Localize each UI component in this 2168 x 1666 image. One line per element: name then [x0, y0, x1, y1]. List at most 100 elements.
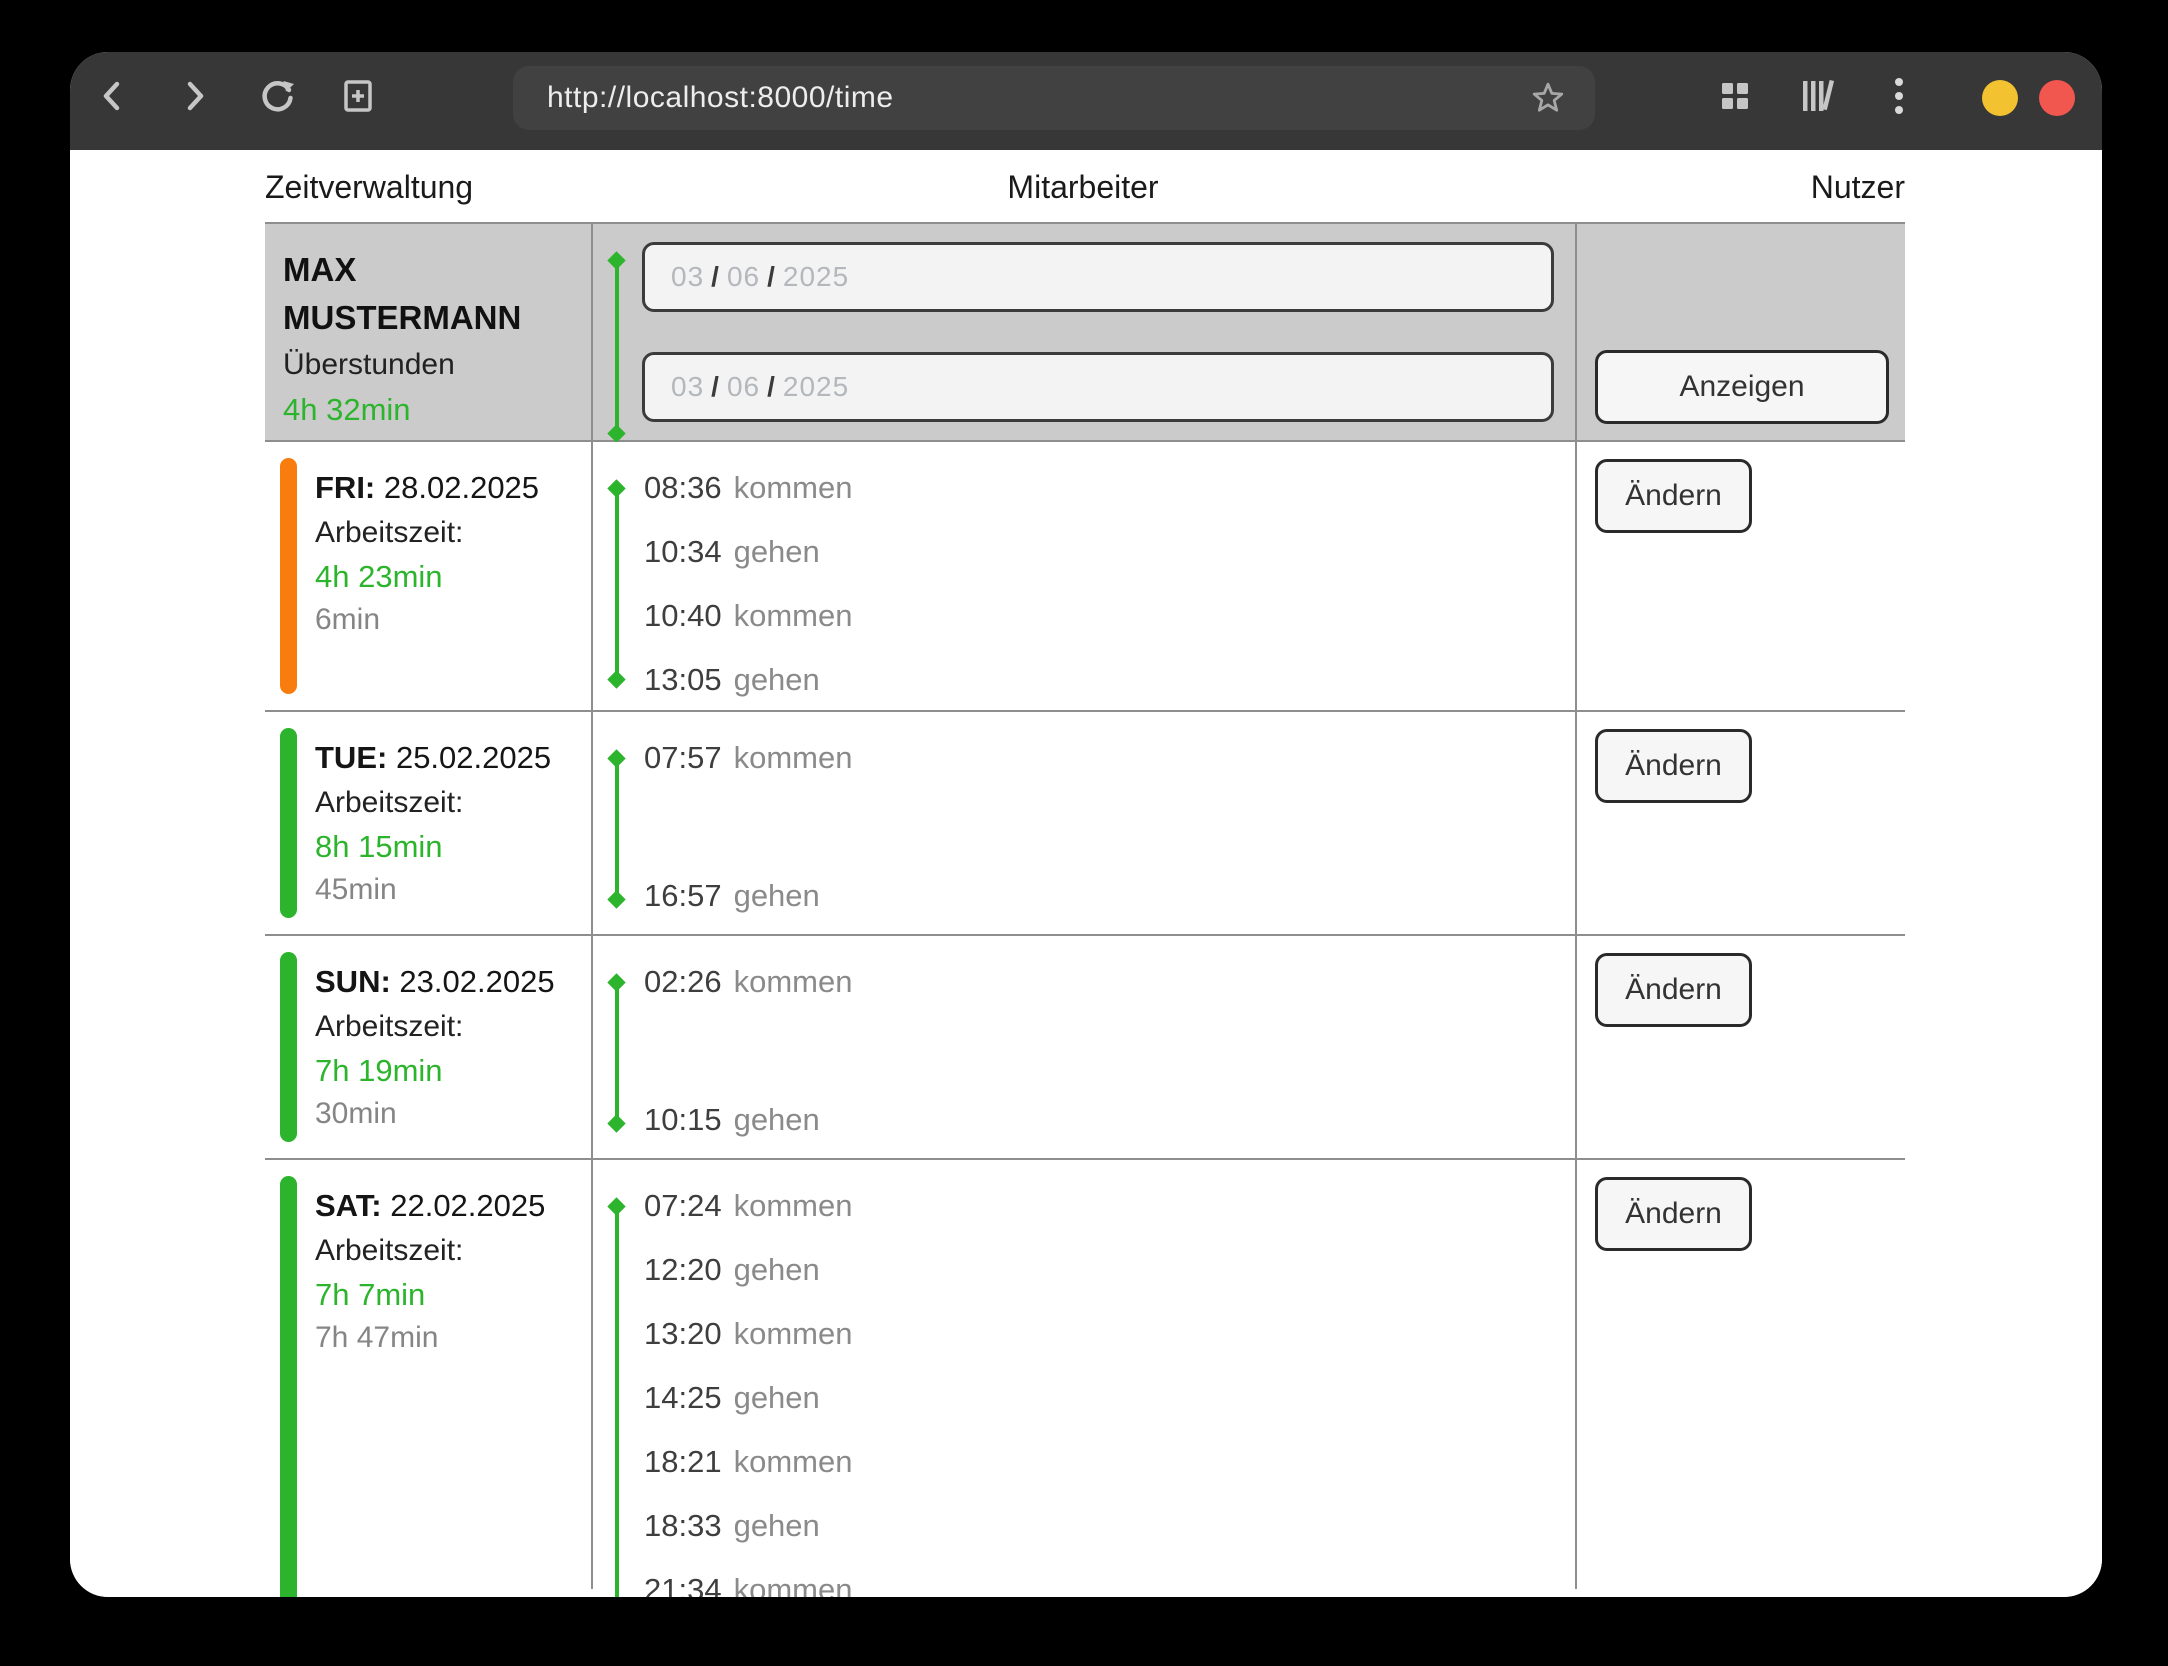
time-entry: 02:26kommen	[644, 958, 852, 1006]
browser-toolbar: http://localhost:8000/time	[70, 52, 2102, 150]
worktime-value: 7h 7min	[315, 1274, 591, 1316]
date-filter-cell: 03/06/2025 03/06/2025	[591, 224, 1575, 440]
actions-cell: Anzeigen	[1575, 224, 1905, 440]
workday-span-arrow	[615, 1206, 619, 1597]
day-date: 22.02.2025	[390, 1188, 545, 1223]
date-from-day: 06	[727, 261, 760, 293]
time-entries-cell: 07:57kommen 16:57gehen	[591, 712, 1575, 934]
day-status-bar	[280, 728, 297, 918]
breaktime-value: 7h 47min	[315, 1316, 591, 1360]
breaktime-value: 30min	[315, 1092, 591, 1136]
aendern-button[interactable]: Ändern	[1595, 1177, 1752, 1251]
date-separator: /	[711, 371, 720, 403]
day-name: FRI:	[315, 470, 375, 505]
day-date: 25.02.2025	[396, 740, 551, 775]
anzeigen-button[interactable]: Anzeigen	[1595, 350, 1889, 424]
day-name: SAT:	[315, 1188, 382, 1223]
day-title: SAT: 22.02.2025	[315, 1184, 591, 1228]
bookmark-star-icon[interactable]	[1531, 81, 1565, 115]
time-entry: 18:33gehen	[644, 1502, 820, 1550]
nav-mitarbeiter[interactable]: Mitarbeiter	[1007, 164, 1158, 210]
time-table: MAX MUSTERMANN Überstunden 4h 32min 03/0…	[265, 222, 1905, 1589]
day-date: 23.02.2025	[399, 964, 554, 999]
day-date: 28.02.2025	[384, 470, 539, 505]
time-entry: 10:15gehen	[644, 1096, 820, 1144]
day-status-bar	[280, 952, 297, 1142]
date-separator: /	[767, 371, 776, 403]
worktime-label: Arbeitszeit:	[315, 1004, 591, 1050]
time-entry: 07:57kommen	[644, 734, 852, 782]
overtime-value: 4h 32min	[283, 387, 591, 432]
menu-button[interactable]	[1877, 75, 1921, 119]
employee-header-row: MAX MUSTERMANN Überstunden 4h 32min 03/0…	[265, 224, 1905, 442]
date-from-year: 2025	[783, 261, 849, 293]
actions-cell: Ändern	[1575, 936, 1905, 1158]
day-title: SUN: 23.02.2025	[315, 960, 591, 1004]
date-from-input[interactable]: 03/06/2025	[642, 242, 1554, 312]
day-info-cell: SAT: 22.02.2025 Arbeitszeit: 7h 7min 7h …	[265, 1160, 591, 1589]
time-entry: 21:34kommen	[644, 1566, 852, 1597]
day-title: TUE: 25.02.2025	[315, 736, 591, 780]
aendern-button[interactable]: Ändern	[1595, 729, 1752, 803]
new-tab-button[interactable]	[336, 75, 380, 119]
time-entry: 08:36kommen	[644, 464, 852, 512]
worktime-label: Arbeitszeit:	[315, 780, 591, 826]
date-separator: /	[767, 261, 776, 293]
time-entries-cell: 08:36kommen 10:34gehen 10:40kommen 13:05…	[591, 442, 1575, 710]
library-button[interactable]	[1796, 75, 1840, 119]
actions-cell: Ändern	[1575, 1160, 1905, 1589]
breaktime-value: 6min	[315, 598, 591, 642]
workday-span-arrow	[615, 758, 619, 900]
time-entry: 10:40kommen	[644, 592, 852, 640]
day-name: TUE:	[315, 740, 387, 775]
time-app-page: Zeitverwaltung Mitarbeiter Nutzer MAX MU…	[70, 150, 2102, 1597]
url-text: http://localhost:8000/time	[547, 81, 894, 115]
time-entry: 16:57gehen	[644, 872, 820, 920]
time-entry: 12:20gehen	[644, 1246, 820, 1294]
worktime-value: 7h 19min	[315, 1050, 591, 1092]
employee-cell: MAX MUSTERMANN Überstunden 4h 32min	[265, 224, 591, 440]
nav-zeitverwaltung[interactable]: Zeitverwaltung	[265, 164, 473, 210]
aendern-button[interactable]: Ändern	[1595, 459, 1752, 533]
worktime-label: Arbeitszeit:	[315, 1228, 591, 1274]
breaktime-value: 45min	[315, 868, 591, 912]
actions-cell: Ändern	[1575, 442, 1905, 710]
reload-button[interactable]	[256, 75, 300, 119]
reload-icon	[259, 77, 297, 118]
date-to-year: 2025	[783, 371, 849, 403]
day-row-sat: SAT: 22.02.2025 Arbeitszeit: 7h 7min 7h …	[265, 1160, 1905, 1589]
workday-span-arrow	[615, 982, 619, 1124]
time-entries-cell: 07:24kommen 12:20gehen 13:20kommen 14:25…	[591, 1160, 1575, 1589]
forward-button[interactable]	[173, 75, 217, 119]
day-row-sun: SUN: 23.02.2025 Arbeitszeit: 7h 19min 30…	[265, 936, 1905, 1160]
day-info-cell: FRI: 28.02.2025 Arbeitszeit: 4h 23min 6m…	[265, 442, 591, 710]
day-status-bar	[280, 1176, 297, 1597]
nav-nutzer[interactable]: Nutzer	[1811, 164, 1905, 210]
worktime-label: Arbeitszeit:	[315, 510, 591, 556]
kebab-menu-icon	[1893, 76, 1905, 119]
day-info-cell: TUE: 25.02.2025 Arbeitszeit: 8h 15min 45…	[265, 712, 591, 934]
time-entry: 18:21kommen	[644, 1438, 852, 1486]
new-tab-icon	[340, 77, 376, 118]
time-entry: 10:34gehen	[644, 528, 820, 576]
actions-cell: Ändern	[1575, 712, 1905, 934]
time-entry: 14:25gehen	[644, 1374, 820, 1422]
url-bar[interactable]: http://localhost:8000/time	[513, 66, 1595, 130]
date-range-arrow	[615, 260, 619, 434]
day-row-tue: TUE: 25.02.2025 Arbeitszeit: 8h 15min 45…	[265, 712, 1905, 936]
minimize-button[interactable]	[1982, 80, 2018, 116]
date-to-month: 03	[671, 371, 704, 403]
day-row-fri: FRI: 28.02.2025 Arbeitszeit: 4h 23min 6m…	[265, 442, 1905, 712]
library-icon	[1800, 79, 1836, 116]
date-to-input[interactable]: 03/06/2025	[642, 352, 1554, 422]
grid-icon	[1720, 81, 1750, 114]
worktime-value: 8h 15min	[315, 826, 591, 868]
top-navigation: Zeitverwaltung Mitarbeiter Nutzer	[70, 164, 2102, 210]
employee-name: MAX MUSTERMANN	[283, 246, 593, 342]
aendern-button[interactable]: Ändern	[1595, 953, 1752, 1027]
back-button[interactable]	[90, 75, 134, 119]
day-title: FRI: 28.02.2025	[315, 466, 591, 510]
close-button[interactable]	[2039, 80, 2075, 116]
day-info-cell: SUN: 23.02.2025 Arbeitszeit: 7h 19min 30…	[265, 936, 591, 1158]
tab-overview-button[interactable]	[1713, 75, 1757, 119]
